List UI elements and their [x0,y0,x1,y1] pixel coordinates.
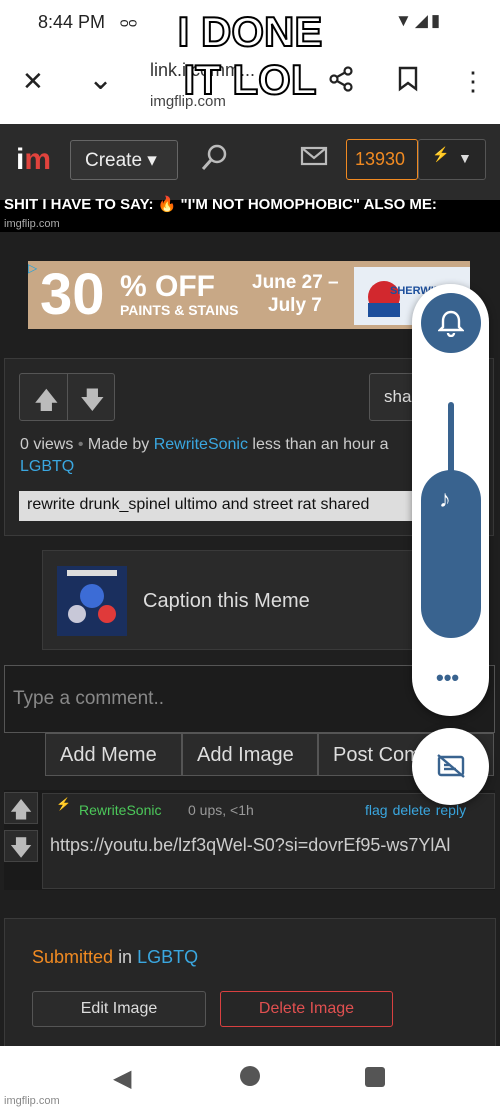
delete-link[interactable]: delete [393,802,431,818]
voicemail-icon: ᴑᴑ [120,14,138,30]
imgflip-logo[interactable]: im [16,143,51,177]
points-button[interactable]: 13930 [346,139,418,180]
meme-tags: rewrite drunk_spinel ultimo and street r… [19,491,419,521]
ad-percent: 30 [40,262,105,327]
lightning-flair-icon: ⚡ [56,797,71,811]
volume-slider[interactable] [421,470,481,638]
comment-author[interactable]: RewriteSonic [79,802,161,818]
captions-off-icon[interactable] [412,728,489,805]
ad-date-start: June 27 – [252,272,339,293]
ad-date-end: July 7 [268,295,322,316]
watermark: imgflip.com [4,1095,60,1107]
home-icon[interactable] [240,1066,260,1086]
music-note-icon: ♪ [439,486,451,513]
vote-divider [67,374,68,420]
more-menu-icon[interactable]: ⋮ [460,66,486,97]
overlay-caption-line2: IT LOL [183,55,318,104]
stream-link[interactable]: LGBTQ [137,947,198,967]
mail-icon[interactable] [300,143,328,174]
meme-stats: 0 views • Made by RewriteSonic less than… [20,436,389,453]
bell-icon[interactable] [421,293,481,353]
ad-paints: PAINTS & STAINS [120,302,239,318]
ad-off: % OFF [120,270,215,303]
add-meme-button[interactable]: Add Meme [45,733,182,776]
close-icon[interactable]: ✕ [22,66,44,97]
status-icons: ▼◢▮ [395,11,444,30]
caption-this-meme-label: Caption this Meme [143,590,310,612]
user-menu-button[interactable] [418,139,486,180]
overlay-caption-line1: I DONE [177,7,324,56]
status-time: 8:44 PM [38,12,106,32]
meme-credit: imgflip.com [4,218,60,230]
stream-link[interactable]: LGBTQ [20,458,74,476]
recents-icon[interactable] [365,1067,385,1087]
edit-image-button[interactable]: Edit Image [32,991,206,1027]
upvote-arrow-icon[interactable]: 🡅 [34,383,59,424]
chevron-down-icon[interactable]: ⌄ [88,62,113,97]
search-icon[interactable] [200,143,230,180]
comment-downvote-icon[interactable]: 🡇 [4,830,38,862]
author-link[interactable]: RewriteSonic [154,436,248,453]
submitted-panel [4,918,496,1048]
downvote-arrow-icon[interactable]: 🡇 [80,383,105,424]
create-button[interactable]: Create ▾ [70,140,178,180]
more-options-icon[interactable]: ••• [436,665,459,691]
back-icon[interactable]: ◀ [113,1064,131,1093]
flag-link[interactable]: flag [365,802,388,818]
comment-upvote-icon[interactable]: 🡅 [4,792,38,824]
lightning-flair-icon: ⚡ [432,146,450,162]
overlay-caption: I DONE IT LOL [160,7,340,104]
submitted-info: Submitted in LGBTQ [32,947,199,967]
bookmark-icon[interactable] [397,66,419,99]
meme-thumbnail [57,566,127,636]
comment-meta: 0 ups, <1h [188,802,254,818]
add-image-button[interactable]: Add Image [182,733,318,776]
comment-text[interactable]: https://youtu.be/lzf3qWel-S0?si=dovrEf95… [50,833,470,857]
caret-down-icon[interactable]: ▼ [458,150,472,166]
meme-image-text: SHIT I HAVE TO SAY: 🔥 "I'M NOT HOMOPHOBI… [4,196,437,213]
delete-image-button[interactable]: Delete Image [220,991,393,1027]
ad-choices-icon[interactable]: ▷ [28,261,37,275]
